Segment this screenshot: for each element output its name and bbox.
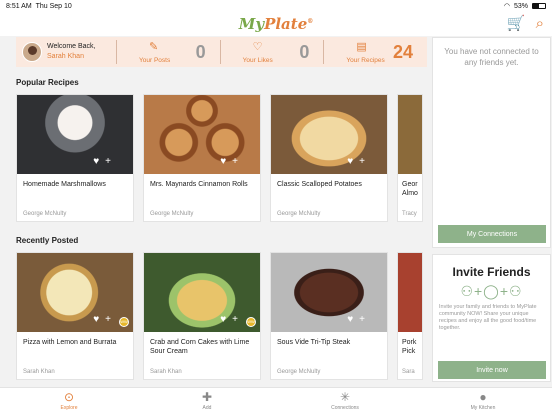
- my-connections-button[interactable]: My Connections: [438, 225, 546, 243]
- like-icon[interactable]: ♥: [93, 157, 99, 167]
- connections-icon: ✳: [339, 390, 351, 404]
- recipe-title: Geor Almo: [402, 181, 418, 197]
- stat-recipes[interactable]: ▤ Your Recipes 24: [323, 40, 427, 64]
- cart-icon[interactable]: 🛒: [507, 15, 526, 33]
- search-icon[interactable]: ⌕: [536, 15, 544, 33]
- tab-my-kitchen[interactable]: ● My Kitchen: [414, 388, 552, 414]
- stat-label: Your Likes: [242, 57, 273, 64]
- like-icon[interactable]: ♥: [93, 315, 99, 325]
- stat-value: 0: [195, 42, 206, 62]
- recipe-image: [17, 95, 133, 174]
- tab-explore[interactable]: ⊙ Explore: [0, 388, 138, 414]
- user-icon: ●: [479, 390, 487, 404]
- section-title-recent: Recently Posted: [16, 236, 79, 245]
- popular-recipes-row: ♥ + Homemade Marshmallows George McNulty …: [16, 94, 423, 222]
- like-icon[interactable]: ♥: [347, 157, 353, 167]
- ww-badge: WW: [246, 317, 256, 327]
- ww-badge: WW: [119, 317, 129, 327]
- recipe-card[interactable]: Geor Almo Tracy: [397, 94, 423, 222]
- recipe-title: Sous Vide Tri-Tip Steak: [277, 339, 351, 346]
- tab-label: Add: [202, 405, 212, 411]
- recipe-author: George McNulty: [23, 211, 67, 217]
- invite-title: Invite Friends: [452, 265, 531, 279]
- tab-label: Explore: [60, 405, 78, 411]
- recipe-author: George McNulty: [277, 211, 321, 217]
- add-icon[interactable]: +: [359, 315, 365, 325]
- recipe-title: Pizza with Lemon and Burrata: [23, 339, 117, 346]
- add-icon[interactable]: +: [232, 157, 238, 167]
- recipe-title: Homemade Marshmallows: [23, 181, 106, 188]
- avatar: [22, 42, 42, 62]
- recipe-author: Sarah Khan: [23, 369, 55, 375]
- recipe-title: Classic Scalloped Potatoes: [277, 181, 362, 188]
- recipe-title: Mrs. Maynards Cinnamon Rolls: [150, 181, 248, 188]
- invite-now-button[interactable]: Invite now: [438, 361, 546, 379]
- recipe-author: Sara: [402, 369, 415, 375]
- recipe-card[interactable]: ♥ + Classic Scalloped Potatoes George McN…: [270, 94, 388, 222]
- stat-posts[interactable]: ✎ Your Posts 0: [116, 40, 220, 64]
- stat-likes[interactable]: ♡ Your Likes 0: [219, 40, 324, 64]
- explore-icon: ⊙: [63, 390, 75, 404]
- status-date: Thu Sep 10: [35, 2, 72, 10]
- recipe-image: [271, 253, 387, 332]
- like-icon[interactable]: ♥: [347, 315, 353, 325]
- recipe-image: [144, 253, 260, 332]
- recipe-author: Sarah Khan: [150, 369, 182, 375]
- invite-description: Invite your family and friends to MyPlat…: [439, 304, 537, 331]
- stat-value: 0: [299, 42, 310, 62]
- recipe-image: [398, 95, 422, 174]
- recipe-title: Crab and Corn Cakes with Lime Sour Cream: [150, 339, 250, 355]
- tab-add[interactable]: ✚ Add: [138, 388, 276, 414]
- battery-icon: [532, 3, 546, 9]
- tab-label: My Kitchen: [470, 405, 496, 411]
- recipe-card[interactable]: ♥ + WW Crab and Corn Cakes with Lime Sour…: [143, 252, 261, 380]
- app-logo: MyPlate®: [238, 15, 314, 33]
- heart-icon: ♡: [252, 41, 263, 53]
- invite-panel: Invite Friends ⚇+◯+⚇ Invite your family …: [432, 254, 551, 382]
- recipe-card[interactable]: ♥ + Homemade Marshmallows George McNulty: [16, 94, 134, 222]
- status-bar: 8:51 AM Thu Sep 10 ◠ 53%: [0, 0, 552, 12]
- no-connections-message: You have not connected to any friends ye…: [444, 47, 539, 67]
- section-title-popular: Popular Recipes: [16, 78, 79, 87]
- stat-value: 24: [392, 42, 414, 62]
- add-icon[interactable]: +: [232, 315, 238, 325]
- recipe-book-icon: ▤: [356, 41, 367, 53]
- plus-icon: ✚: [201, 390, 213, 404]
- stat-label: Your Recipes: [346, 57, 385, 64]
- recipe-image: [17, 253, 133, 332]
- recipe-image: [398, 253, 422, 332]
- status-time: 8:51 AM: [6, 2, 32, 10]
- battery-percent: 53%: [513, 2, 528, 10]
- recipe-card[interactable]: ♥ + WW Pizza with Lemon and Burrata Sarah…: [16, 252, 134, 380]
- tab-bar: ⊙ Explore ✚ Add ✳ Connections ● My Kitch…: [0, 387, 552, 414]
- connections-panel: You have not connected to any friends ye…: [432, 37, 551, 248]
- wifi-icon: ◠: [503, 3, 510, 10]
- like-icon[interactable]: ♥: [220, 315, 226, 325]
- tab-label: Connections: [331, 405, 359, 411]
- top-bar: MyPlate® 🛒 ⌕: [0, 12, 552, 36]
- stats-bar: Welcome Back, Sarah Khan ✎ Your Posts 0 …: [16, 37, 427, 67]
- like-icon[interactable]: ♥: [220, 157, 226, 167]
- recipe-card[interactable]: Pork Pick Sara: [397, 252, 423, 380]
- edit-icon: ✎: [149, 41, 159, 53]
- recently-posted-row: ♥ + WW Pizza with Lemon and Burrata Sarah…: [16, 252, 423, 380]
- recipe-image: [271, 95, 387, 174]
- user-name: Sarah Khan: [47, 53, 84, 60]
- tab-connections[interactable]: ✳ Connections: [276, 388, 414, 414]
- add-icon[interactable]: +: [105, 157, 111, 167]
- invite-friends-icon: ⚇+◯+⚇: [460, 283, 523, 299]
- welcome-text: Welcome Back,: [47, 43, 96, 50]
- profile-summary[interactable]: Welcome Back, Sarah Khan: [16, 42, 116, 62]
- stat-label: Your Posts: [139, 57, 171, 64]
- recipe-card[interactable]: ♥ + Mrs. Maynards Cinnamon Rolls George M…: [143, 94, 261, 222]
- add-icon[interactable]: +: [105, 315, 111, 325]
- recipe-image: [144, 95, 260, 174]
- recipe-author: Tracy: [402, 211, 417, 217]
- recipe-card[interactable]: ♥ + Sous Vide Tri-Tip Steak George McNult…: [270, 252, 388, 380]
- recipe-author: George McNulty: [277, 369, 321, 375]
- recipe-title: Pork Pick: [402, 339, 417, 355]
- recipe-author: George McNulty: [150, 211, 194, 217]
- add-icon[interactable]: +: [359, 157, 365, 167]
